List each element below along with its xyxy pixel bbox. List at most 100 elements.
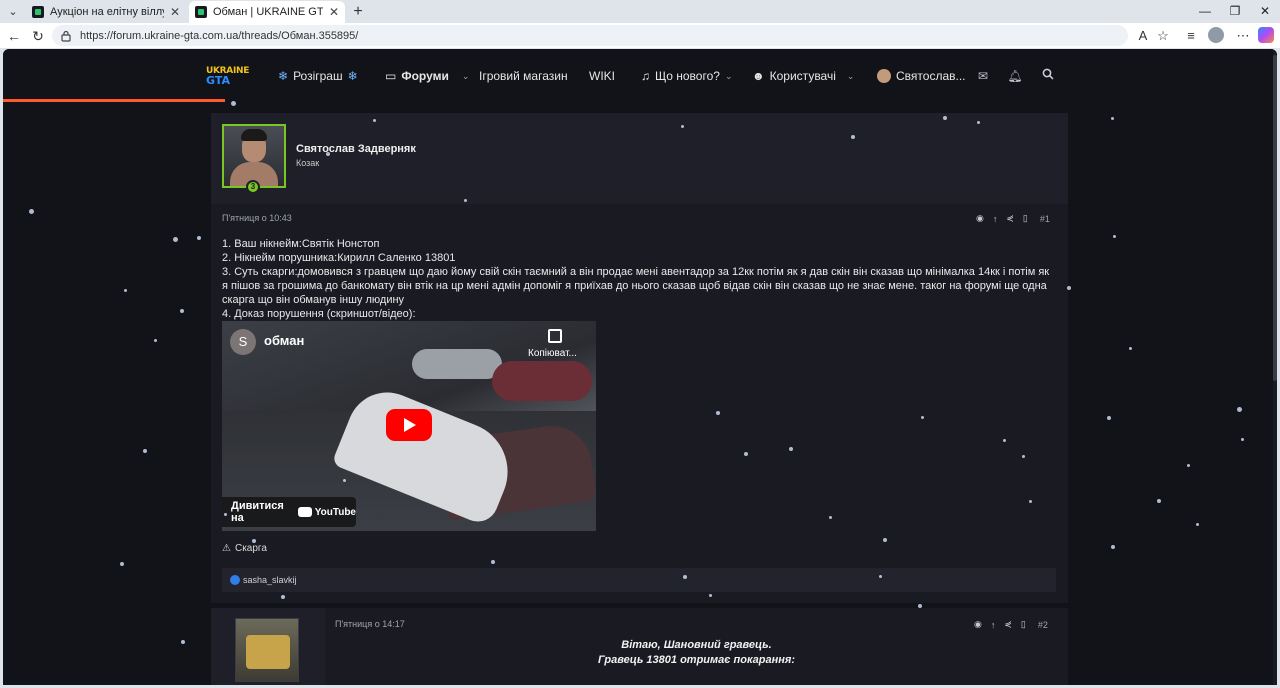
- browser-tab-auction[interactable]: Аукціон на елітну віллу в Конча ✕: [26, 1, 186, 23]
- snowflake-dot: [124, 289, 127, 292]
- nav-account[interactable]: Святослав...: [877, 68, 966, 84]
- favorites-list-icon[interactable]: ≡: [1182, 27, 1200, 45]
- tab-list-menu-icon[interactable]: ⌄: [4, 3, 22, 21]
- close-tab-icon[interactable]: ✕: [170, 5, 180, 19]
- post-author-header: 3 Святослав Задверняк Козак: [211, 113, 1068, 204]
- browser-toolbar: ← ↻ https://forum.ukraine-gta.com.ua/thr…: [0, 23, 1280, 48]
- reactions-bar: sasha_slavkij: [222, 568, 1056, 592]
- snowflake-dot: [921, 416, 924, 419]
- post-tools: ◉ ↑ ⋞ ▯ #1: [976, 213, 1050, 224]
- new-tab-button[interactable]: +: [348, 2, 368, 22]
- snowflake-dot: [1111, 117, 1114, 120]
- snowflake-dot: [180, 309, 184, 313]
- snowflake-dot: [252, 539, 256, 543]
- watch-on-label: Дивитися на: [231, 500, 284, 524]
- snowflake-dot: [491, 560, 495, 564]
- nav-account-label: Святослав...: [896, 69, 966, 83]
- watch-on-youtube-button[interactable]: Дивитися на YouTube: [222, 497, 356, 527]
- report-link[interactable]: ⚠ Скарга: [222, 543, 267, 554]
- nav-store-label: Ігровий магазин: [479, 69, 568, 83]
- post-number[interactable]: #2: [1038, 620, 1048, 630]
- close-tab-icon[interactable]: ✕: [329, 5, 339, 19]
- restore-icon[interactable]: ❐: [1220, 2, 1250, 20]
- bookmark-icon[interactable]: ▯: [1021, 619, 1026, 630]
- post-body: 1. Ваш нікнейм:Святік Нонстоп 2. Нікнейм…: [222, 237, 1052, 321]
- arrow-up-icon[interactable]: ↑: [993, 214, 998, 224]
- nav-forums[interactable]: ▭ Форуми ⌄: [385, 68, 469, 84]
- author-avatar[interactable]: [235, 618, 299, 682]
- site-info-icon[interactable]: [60, 30, 72, 42]
- channel-avatar[interactable]: S: [230, 329, 256, 355]
- post-tools: ◉ ↑ ⋞ ▯ #2: [974, 619, 1048, 630]
- video-title[interactable]: обман: [264, 333, 304, 348]
- arrow-up-icon[interactable]: ↑: [991, 620, 996, 630]
- snowflake-dot: [1187, 464, 1190, 467]
- copy-link-icon[interactable]: [548, 329, 562, 343]
- snowflake-dot: [1157, 499, 1161, 503]
- reaction-user[interactable]: sasha_slavkij: [243, 575, 297, 585]
- share-icon[interactable]: ⋞: [1004, 619, 1012, 630]
- more-menu-icon[interactable]: ⋯: [1234, 27, 1252, 45]
- browser-tab-obman[interactable]: Обман | UKRAINE GTA - Ігровий ✕: [189, 1, 345, 23]
- nav-users[interactable]: ☻ Користувачі ⌄: [752, 68, 854, 84]
- page-viewport: UKRAINE GTA ❄ Розіграш ❄ ▭ Форуми ⌄ Ігро…: [3, 49, 1277, 685]
- nav-wiki[interactable]: WIKI: [589, 68, 615, 84]
- snowflake-icon: ❄: [278, 69, 289, 83]
- bookmark-icon[interactable]: ▯: [1023, 213, 1028, 224]
- snowflake-dot: [224, 513, 227, 516]
- favorite-star-icon[interactable]: ☆: [1154, 27, 1172, 45]
- minimize-icon[interactable]: —: [1190, 2, 1220, 20]
- alerts-bell-icon[interactable]: 🔔︎: [1007, 68, 1023, 84]
- post-number[interactable]: #1: [1040, 214, 1050, 224]
- youtube-embed[interactable]: S обман Копіюват... Дивитися на YouTube: [222, 321, 596, 531]
- play-button[interactable]: [386, 409, 432, 441]
- bell-icon: ♫: [641, 69, 650, 83]
- nav-whats-new-label: Що нового?: [655, 69, 720, 83]
- author-name[interactable]: Святослав Задверняк: [296, 143, 416, 155]
- like-reaction-icon: [230, 575, 240, 585]
- address-bar[interactable]: https://forum.ukraine-gta.com.ua/threads…: [52, 25, 1128, 46]
- author-role: Козак: [296, 158, 320, 168]
- post-line: 3. Суть скарги:домовився з гравцем що да…: [222, 266, 1053, 306]
- chevron-down-icon[interactable]: ⌄: [725, 71, 733, 82]
- snowflake-dot: [977, 121, 980, 124]
- post-date[interactable]: П'ятниця о 10:43: [222, 213, 292, 223]
- check-circle-icon[interactable]: ◉: [976, 213, 984, 224]
- chat-icon: ▭: [385, 69, 397, 83]
- chevron-down-icon[interactable]: ⌄: [847, 71, 855, 82]
- search-icon[interactable]: [1040, 68, 1056, 84]
- post-line: 1. Ваш нікнейм:Святік Нонстоп: [222, 238, 380, 250]
- back-arrow-icon[interactable]: ←: [4, 26, 24, 46]
- chevron-down-icon[interactable]: ⌄: [462, 71, 470, 82]
- snowflake-dot: [1241, 438, 1244, 441]
- post-line: 4. Доказ порушення (скриншот/відео):: [222, 308, 416, 320]
- snowflake-dot: [829, 516, 832, 519]
- users-icon: ☻: [752, 69, 765, 83]
- check-circle-icon[interactable]: ◉: [974, 619, 982, 630]
- level-badge: 3: [246, 180, 260, 194]
- warning-triangle-icon: ⚠: [222, 543, 231, 554]
- nav-store[interactable]: Ігровий магазин: [479, 68, 568, 84]
- post-line: 2. Нікнейм порушника:Кирилл Саленко 1380…: [222, 252, 456, 264]
- post-2: П'ятниця о 14:17 ◉ ↑ ⋞ ▯ #2 Вітаю, Шанов…: [211, 608, 1068, 685]
- nav-giveaway[interactable]: ❄ Розіграш ❄: [278, 68, 358, 84]
- nav-giveaway-label: Розіграш: [293, 69, 343, 83]
- site-header: UKRAINE GTA ❄ Розіграш ❄ ▭ Форуми ⌄ Ігро…: [3, 49, 1273, 101]
- snowflake-dot: [281, 595, 285, 599]
- inbox-icon[interactable]: ✉: [975, 68, 991, 84]
- nav-whats-new[interactable]: ♫ Що нового? ⌄: [641, 68, 732, 84]
- share-icon[interactable]: ⋞: [1006, 213, 1014, 224]
- site-logo[interactable]: UKRAINE GTA: [206, 66, 249, 88]
- read-aloud-icon[interactable]: A: [1134, 27, 1152, 45]
- close-window-icon[interactable]: ✕: [1250, 2, 1280, 20]
- copy-link-label[interactable]: Копіюват...: [528, 348, 577, 359]
- profile-avatar[interactable]: [1208, 27, 1224, 43]
- copilot-icon[interactable]: [1258, 27, 1274, 43]
- tab-title: Аукціон на елітну віллу в Конча: [50, 6, 164, 18]
- reload-icon[interactable]: ↻: [28, 26, 48, 46]
- author-avatar[interactable]: [222, 124, 286, 188]
- post-date[interactable]: П'ятниця о 14:17: [335, 619, 405, 629]
- page-scrollbar[interactable]: [1273, 49, 1277, 685]
- snowflake-dot: [883, 538, 887, 542]
- snowflake-dot: [1129, 347, 1132, 350]
